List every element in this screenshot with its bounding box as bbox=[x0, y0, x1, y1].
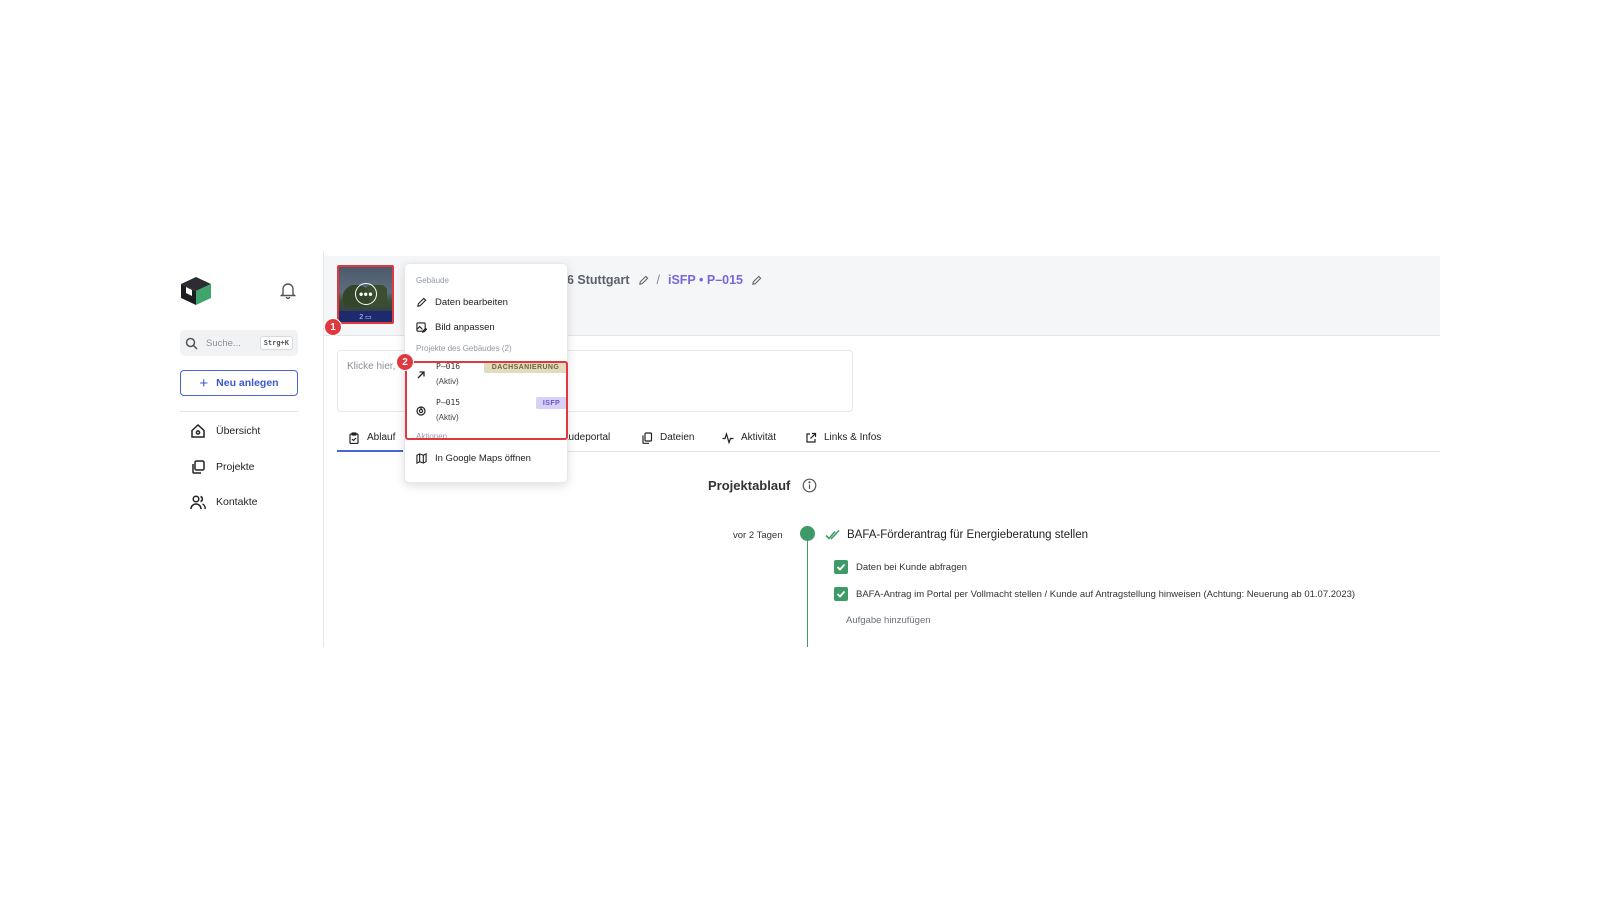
note-placeholder: Klicke hier, bbox=[347, 361, 396, 372]
clipboard-icon bbox=[349, 432, 359, 444]
breadcrumb-separator: / bbox=[656, 273, 660, 287]
more-options-icon[interactable]: ••• bbox=[355, 283, 377, 305]
double-check-icon bbox=[825, 529, 840, 540]
search-input[interactable]: Suche... Strg+K bbox=[180, 330, 298, 356]
search-placeholder: Suche... bbox=[206, 337, 241, 349]
edit-pencil-icon[interactable] bbox=[638, 275, 649, 286]
subtask-label: Daten bei Kunde abfragen bbox=[856, 561, 967, 573]
subtask-row[interactable]: BAFA-Antrag im Portal per Vollmacht stel… bbox=[834, 587, 1355, 601]
sidebar-divider bbox=[180, 411, 298, 412]
plus-icon: + bbox=[199, 374, 209, 392]
menu-section-projects: Projekte des Gebäudes (2) bbox=[416, 344, 512, 353]
timeline-dot bbox=[800, 526, 815, 541]
building-location: 6 Stuttgart bbox=[567, 273, 630, 287]
bell-icon[interactable] bbox=[280, 281, 296, 299]
pencil-icon bbox=[417, 297, 427, 307]
new-button-label: Neu anlegen bbox=[216, 377, 279, 389]
contacts-icon bbox=[190, 495, 206, 510]
menu-item-edit-data[interactable]: Daten bearbeiten bbox=[416, 297, 508, 308]
sidebar-item-label: Übersicht bbox=[216, 425, 261, 437]
menu-section-building: Gebäude bbox=[416, 276, 449, 285]
info-icon[interactable] bbox=[802, 478, 817, 493]
tab-links-infos[interactable]: Links & Infos bbox=[805, 425, 881, 452]
sidebar: Suche... Strg+K + Neu anlegen Übersicht … bbox=[180, 258, 310, 648]
checkbox-checked[interactable] bbox=[834, 587, 848, 601]
home-icon bbox=[191, 423, 205, 438]
tab-ablauf[interactable]: Ablauf bbox=[337, 425, 403, 452]
subtask-row[interactable]: Daten bei Kunde abfragen bbox=[834, 560, 967, 574]
external-link-icon bbox=[806, 432, 817, 443]
timeline-task[interactable]: BAFA-Förderantrag für Energieberatung st… bbox=[825, 529, 1088, 541]
tab-gebaeudeportal[interactable]: äudeportal bbox=[563, 425, 610, 452]
app-logo-icon[interactable] bbox=[180, 276, 212, 306]
map-icon bbox=[416, 453, 427, 464]
timeline-line bbox=[807, 533, 808, 647]
tab-aktivitaet[interactable]: Aktivität bbox=[722, 425, 776, 452]
activity-icon bbox=[722, 432, 734, 444]
sidebar-item-label: Kontakte bbox=[216, 496, 258, 508]
timeline-title: Projektablauf bbox=[708, 478, 817, 493]
sidebar-item-contacts[interactable]: Kontakte bbox=[190, 494, 257, 510]
check-icon bbox=[836, 590, 846, 598]
sidebar-item-projects[interactable]: Projekte bbox=[190, 459, 255, 475]
annotation-badge-2: 2 bbox=[396, 353, 414, 371]
tab-dateien[interactable]: Dateien bbox=[641, 425, 694, 452]
annotation-highlight-projects bbox=[405, 361, 568, 440]
building-image-thumbnail[interactable]: 2 ▭ ••• bbox=[337, 265, 394, 324]
edit-pencil-icon[interactable] bbox=[751, 275, 762, 286]
projects-icon bbox=[192, 460, 205, 474]
new-button[interactable]: + Neu anlegen bbox=[180, 370, 298, 396]
timeline-time: vor 2 Tagen bbox=[733, 530, 783, 541]
check-icon bbox=[836, 563, 846, 571]
sidebar-item-overview[interactable]: Übersicht bbox=[190, 423, 260, 439]
project-title[interactable]: iSFP • P–015 bbox=[668, 273, 743, 287]
checkbox-checked[interactable] bbox=[834, 560, 848, 574]
subtask-label: BAFA-Antrag im Portal per Vollmacht stel… bbox=[856, 588, 1356, 600]
search-shortcut: Strg+K bbox=[259, 336, 293, 350]
breadcrumb: 6 Stuttgart / iSFP • P–015 bbox=[567, 273, 762, 287]
files-icon bbox=[642, 432, 653, 444]
annotation-badge-1: 1 bbox=[324, 318, 342, 336]
image-edit-icon bbox=[416, 322, 427, 333]
search-icon bbox=[185, 337, 198, 350]
image-count: 2 ▭ bbox=[359, 314, 372, 321]
sidebar-item-label: Projekte bbox=[216, 461, 255, 473]
menu-item-adjust-image[interactable]: Bild anpassen bbox=[416, 322, 495, 333]
add-task-link[interactable]: Aufgabe hinzufügen bbox=[846, 615, 931, 626]
menu-item-google-maps[interactable]: In Google Maps öffnen bbox=[416, 453, 531, 464]
